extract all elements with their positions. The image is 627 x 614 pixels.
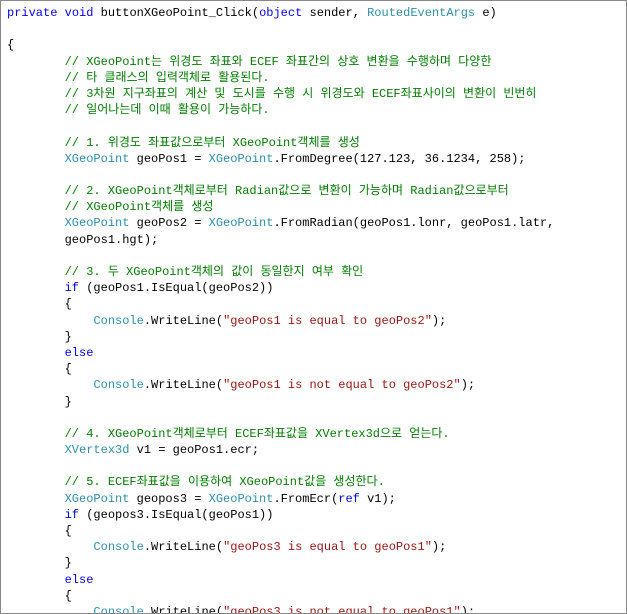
type-xvertex3d: XVertex3d — [65, 443, 130, 457]
code-text: ); — [432, 314, 446, 328]
brace: { — [65, 362, 72, 376]
comment-line: // 1. 위경도 좌표값으로부터 XGeoPoint객체를 생성 — [65, 136, 360, 150]
brace: { — [65, 524, 72, 538]
method-name-text: buttonXGeoPoint_Click — [101, 6, 252, 20]
method-name — [93, 6, 100, 20]
keyword-object: object — [259, 6, 302, 20]
keyword-if: if — [65, 508, 79, 522]
code-text: .WriteLine( — [144, 605, 223, 614]
comment-line: // 5. ECEF좌표값을 이용하여 XGeoPoint값을 생성한다. — [65, 475, 385, 489]
code-text: ); — [432, 540, 446, 554]
type-routedeventargs: RoutedEventArgs — [367, 6, 475, 20]
brace: { — [65, 589, 72, 603]
comment-line: // XGeoPoint는 위경도 좌표와 ECEF 좌표간의 상호 변환을 수… — [65, 55, 492, 69]
type-console: Console — [93, 540, 143, 554]
type-xgeopoint: XGeoPoint — [65, 216, 130, 230]
type-xgeopoint: XGeoPoint — [209, 152, 274, 166]
brace: } — [65, 330, 72, 344]
type-xgeopoint: XGeoPoint — [209, 216, 274, 230]
code-text: .WriteLine( — [144, 378, 223, 392]
code-text: .FromDegree(127.123, 36.1234, 258); — [273, 152, 525, 166]
param-sender: sender, — [302, 6, 367, 20]
keyword-if: if — [65, 281, 79, 295]
comment-line: // 타 클래스의 입력객체로 활용된다. — [65, 71, 270, 85]
comment-line: // 2. XGeoPoint객체로부터 Radian값으로 변환이 가능하며 … — [65, 184, 509, 198]
string-literal: "geoPos1 is equal to geoPos2" — [223, 314, 432, 328]
type-xgeopoint: XGeoPoint — [209, 492, 274, 506]
keyword-else: else — [65, 573, 94, 587]
code-text: .WriteLine( — [144, 540, 223, 554]
keyword-private: private — [7, 6, 57, 20]
code-text: .FromEcr( — [273, 492, 338, 506]
code-text: geoPos2 = — [129, 216, 208, 230]
comment-line: // 3차원 지구좌표의 계산 및 도시를 수행 시 위경도와 ECEF좌표사이… — [65, 87, 537, 101]
brace: { — [65, 297, 72, 311]
brace: } — [65, 395, 72, 409]
brace: } — [65, 556, 72, 570]
code-text: v1); — [360, 492, 396, 506]
comment-line: // XGeoPoint객체를 생성 — [65, 200, 214, 214]
code-text: geoPos1 = — [129, 152, 208, 166]
keyword-else: else — [65, 346, 94, 360]
space — [57, 6, 64, 20]
string-literal: "geoPos3 is equal to geoPos1" — [223, 540, 432, 554]
comment-line: // 4. XGeoPoint객체로부터 ECEF좌표값을 XVertex3d으… — [65, 427, 450, 441]
string-literal: "geoPos3 is not equal to geoPos1" — [223, 605, 461, 614]
keyword-ref: ref — [338, 492, 360, 506]
code-text: (geopos3.IsEqual(geoPos1)) — [79, 508, 273, 522]
type-console: Console — [93, 605, 143, 614]
type-console: Console — [93, 314, 143, 328]
paren-open: ( — [252, 6, 259, 20]
code-text: geoPos1.hgt); — [65, 233, 159, 247]
type-console: Console — [93, 378, 143, 392]
comment-line: // 3. 두 XGeoPoint객체의 값이 동일한지 여부 확인 — [65, 265, 364, 279]
code-text: .WriteLine( — [144, 314, 223, 328]
type-xgeopoint: XGeoPoint — [65, 492, 130, 506]
keyword-void: void — [65, 6, 94, 20]
brace-open: { — [7, 38, 14, 52]
string-literal: "geoPos1 is not equal to geoPos2" — [223, 378, 461, 392]
code-text: ); — [461, 378, 475, 392]
code-block: private void buttonXGeoPoint_Click(objec… — [0, 0, 627, 614]
comment-line: // 일어나는데 이때 활용이 가능하다. — [65, 103, 270, 117]
code-text: geopos3 = — [129, 492, 208, 506]
type-xgeopoint: XGeoPoint — [65, 152, 130, 166]
param-e: e) — [475, 6, 497, 20]
code-text: v1 = geoPos1.ecr; — [129, 443, 259, 457]
code-text: .FromRadian(geoPos1.lonr, geoPos1.latr, — [273, 216, 554, 230]
code-text: (geoPos1.IsEqual(geoPos2)) — [79, 281, 273, 295]
code-text: ); — [461, 605, 475, 614]
